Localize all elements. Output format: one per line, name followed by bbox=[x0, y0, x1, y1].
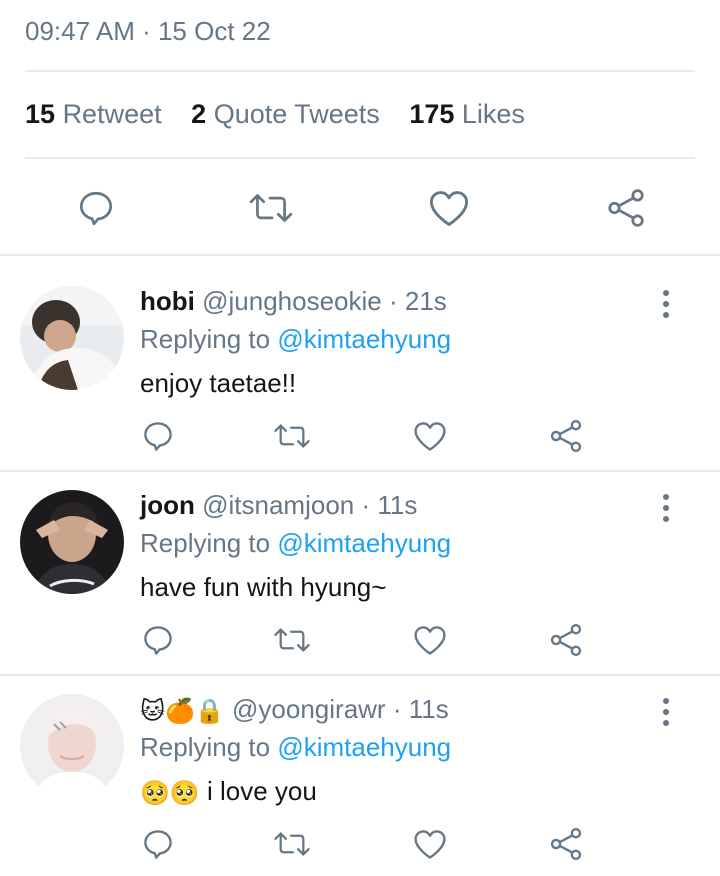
likes-label: Likes bbox=[461, 99, 525, 129]
reply-text: 🥺🥺 i love you bbox=[140, 776, 317, 807]
reply-button[interactable] bbox=[138, 416, 178, 456]
quote-tweets-count: 2 bbox=[191, 99, 207, 129]
user-handle[interactable]: @itsnamjoon bbox=[202, 490, 354, 520]
share-icon bbox=[608, 189, 644, 227]
share-button[interactable] bbox=[546, 824, 586, 864]
retweet-button[interactable] bbox=[270, 416, 314, 456]
reply-header: hobi @junghoseokie · 21s bbox=[140, 286, 447, 317]
retweet-icon bbox=[274, 832, 310, 856]
display-name[interactable]: hobi bbox=[140, 286, 195, 316]
pleading-face-emojis: 🥺🥺 bbox=[140, 779, 200, 808]
retweet-icon bbox=[274, 628, 310, 652]
divider bbox=[25, 70, 695, 72]
more-options-button[interactable] bbox=[656, 290, 676, 324]
divider bbox=[25, 157, 695, 159]
replying-to: Replying to @kimtaehyung bbox=[140, 528, 451, 559]
reply-button[interactable] bbox=[138, 620, 178, 660]
retweet-button[interactable] bbox=[270, 824, 314, 864]
divider bbox=[0, 674, 720, 676]
divider bbox=[0, 254, 720, 256]
reply-time: · 11s bbox=[361, 490, 418, 520]
tweet-stats: 15 Retweet 2 Quote Tweets 175 Likes bbox=[25, 99, 547, 130]
quote-tweets-label: Quote Tweets bbox=[213, 99, 380, 129]
display-name[interactable]: 🐱🍊🔒 bbox=[140, 697, 225, 725]
retweet-count-link[interactable]: 15 Retweet bbox=[25, 99, 169, 129]
reply-time: · 11s bbox=[392, 694, 449, 724]
mention-link[interactable]: @kimtaehyung bbox=[277, 528, 451, 558]
like-icon bbox=[429, 191, 469, 226]
retweet-icon bbox=[249, 194, 293, 222]
share-button[interactable] bbox=[602, 184, 650, 232]
reply-tweet[interactable]: 🐱🍊🔒 @yoongirawr · 11s Replying to @kimta… bbox=[0, 694, 720, 874]
quote-tweets-link[interactable]: 2 Quote Tweets bbox=[191, 99, 387, 129]
replying-to-label: Replying to bbox=[140, 732, 278, 762]
share-icon bbox=[550, 419, 582, 453]
likes-link[interactable]: 175 Likes bbox=[409, 99, 525, 129]
reply-button[interactable] bbox=[72, 184, 120, 232]
reply-tweet[interactable]: hobi @junghoseokie · 21s Replying to @ki… bbox=[0, 286, 720, 466]
like-icon bbox=[414, 626, 446, 655]
display-name[interactable]: joon bbox=[140, 490, 195, 520]
reply-text: have fun with hyung~ bbox=[140, 572, 387, 602]
tweet-action-bar bbox=[0, 178, 720, 238]
mention-link[interactable]: @kimtaehyung bbox=[277, 732, 451, 762]
mention-link[interactable]: @kimtaehyung bbox=[277, 324, 451, 354]
like-icon bbox=[414, 830, 446, 859]
like-button[interactable] bbox=[425, 184, 473, 232]
reply-tweet[interactable]: joon @itsnamjoon · 11s Replying to @kimt… bbox=[0, 490, 720, 670]
more-options-button[interactable] bbox=[656, 494, 676, 528]
user-handle[interactable]: @junghoseokie bbox=[202, 286, 382, 316]
like-button[interactable] bbox=[410, 620, 450, 660]
retweet-button[interactable] bbox=[270, 620, 314, 660]
likes-count: 175 bbox=[409, 99, 455, 129]
user-handle[interactable]: @yoongirawr bbox=[232, 694, 386, 724]
share-icon bbox=[550, 827, 582, 861]
like-button[interactable] bbox=[410, 824, 450, 864]
replying-to: Replying to @kimtaehyung bbox=[140, 732, 451, 763]
replying-to: Replying to @kimtaehyung bbox=[140, 324, 451, 355]
avatar[interactable] bbox=[20, 694, 124, 798]
reply-icon bbox=[144, 830, 172, 859]
share-button[interactable] bbox=[546, 620, 586, 660]
reply-header: joon @itsnamjoon · 11s bbox=[140, 490, 417, 521]
avatar[interactable] bbox=[20, 490, 124, 594]
retweet-button[interactable] bbox=[245, 184, 297, 232]
reply-text: enjoy taetae!! bbox=[140, 368, 297, 398]
share-button[interactable] bbox=[546, 416, 586, 456]
reply-button[interactable] bbox=[138, 824, 178, 864]
more-options-button[interactable] bbox=[656, 698, 676, 732]
retweet-label: Retweet bbox=[62, 99, 162, 129]
reply-text-body: i love you bbox=[207, 776, 317, 806]
replying-to-label: Replying to bbox=[140, 324, 278, 354]
retweet-icon bbox=[274, 424, 310, 448]
reply-icon bbox=[79, 191, 113, 226]
reply-icon bbox=[144, 626, 172, 655]
divider bbox=[0, 470, 720, 472]
reply-icon bbox=[144, 422, 172, 451]
retweet-count: 15 bbox=[25, 99, 56, 129]
like-button[interactable] bbox=[410, 416, 450, 456]
share-icon bbox=[550, 623, 582, 657]
replying-to-label: Replying to bbox=[140, 528, 278, 558]
reply-time: · 21s bbox=[388, 286, 447, 316]
tweet-timestamp[interactable]: 09:47 AM · 15 Oct 22 bbox=[25, 16, 271, 47]
like-icon bbox=[414, 422, 446, 451]
avatar[interactable] bbox=[20, 286, 124, 390]
reply-header: 🐱🍊🔒 @yoongirawr · 11s bbox=[140, 694, 449, 725]
